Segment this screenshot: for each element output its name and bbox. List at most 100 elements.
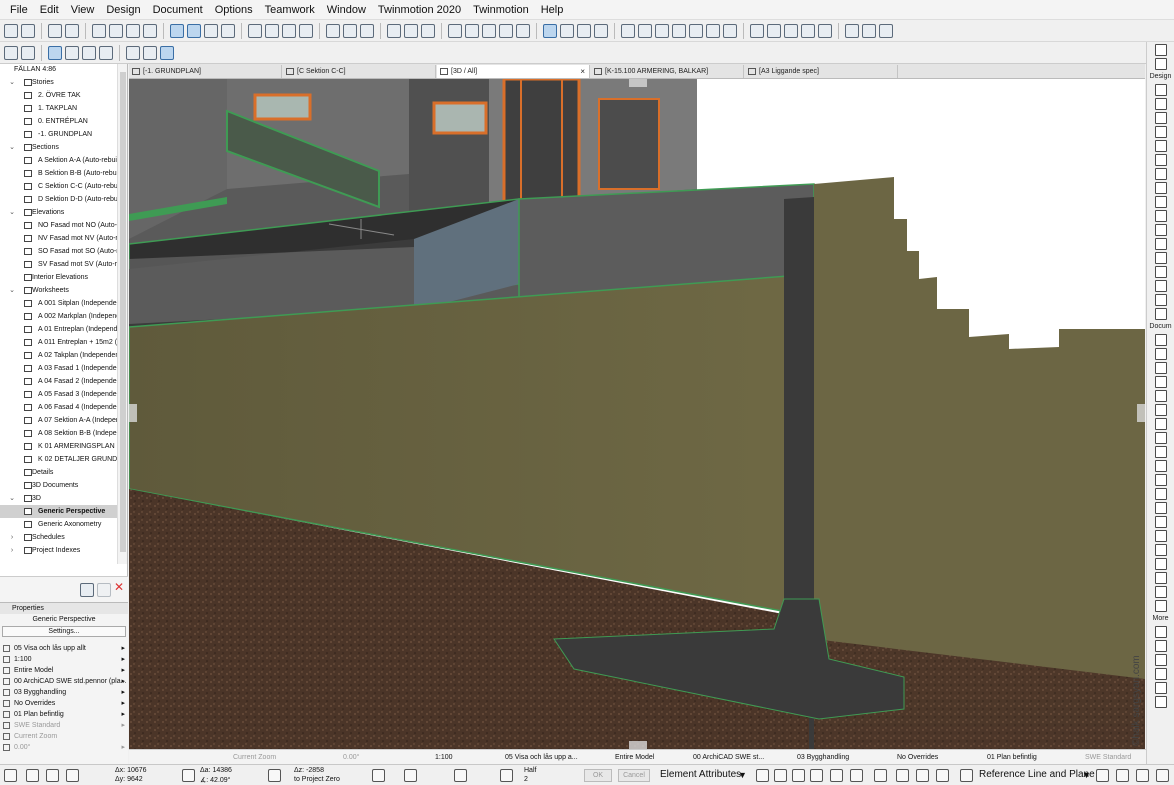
render-icon[interactable] (916, 769, 929, 782)
tree-item[interactable]: D Sektion D-D (Auto-rebuil (0, 193, 127, 206)
toolbox-design-tool-10-icon[interactable] (1155, 210, 1167, 222)
standard-tool-30-icon[interactable] (577, 23, 591, 38)
standard-tool-4-icon[interactable] (65, 23, 79, 38)
reference-line-icon[interactable] (960, 769, 973, 782)
navigator-scroll-thumb[interactable] (120, 72, 126, 552)
property-row[interactable]: 05 Visa och lås upp allt ▸ (0, 643, 128, 654)
menu-help[interactable]: Help (535, 0, 570, 20)
toolbox-more-tool-2-icon[interactable] (1155, 640, 1167, 652)
tree-item[interactable]: › Project Indexes (0, 544, 127, 557)
tree-item[interactable]: B Sektion B-B (Auto-rebuil (0, 167, 127, 180)
toolbox-docum-tool-13-icon[interactable] (1155, 502, 1167, 514)
attribute-icon-4[interactable] (810, 769, 823, 782)
toolbox-design-tool-15-icon[interactable] (1155, 280, 1167, 292)
model-view-status[interactable]: 03 Bygghandling (797, 750, 849, 765)
tree-item[interactable]: -1. GRUNDPLAN (0, 128, 127, 141)
standard-tool-28-icon[interactable] (543, 23, 557, 38)
da-value[interactable]: Δa: 14386 (200, 767, 232, 774)
toolbox-docum-tool-18-icon[interactable] (1155, 572, 1167, 584)
tree-item[interactable]: 3D Documents (0, 479, 127, 492)
toolbox-design-tool-8-icon[interactable] (1155, 182, 1167, 194)
toolbox-docum-tool-6-icon[interactable] (1155, 404, 1167, 416)
clone-view-icon[interactable] (97, 583, 111, 597)
angle-status[interactable]: 0.00° (343, 750, 359, 765)
tab-1[interactable]: [-1. GRUNDPLAN] (129, 65, 282, 78)
standard-tool-45-icon[interactable] (862, 23, 876, 38)
tree-item[interactable]: A 08 Sektion B-B (Independ (0, 427, 127, 440)
guide-icon[interactable] (46, 769, 59, 782)
toolbox-design-tool-2-icon[interactable] (1155, 98, 1167, 110)
tree-item[interactable]: K 02 DETALJER GRUND (In (0, 453, 127, 466)
tree-item[interactable]: C Sektion C-C (Auto-rebuil (0, 180, 127, 193)
chevron-right-icon[interactable]: › (8, 531, 16, 544)
chevron-down-icon[interactable]: ⌄ (8, 141, 16, 154)
standard-tool-5-icon[interactable] (92, 23, 106, 38)
menu-document[interactable]: Document (147, 0, 209, 20)
dx-value[interactable]: Δx: 10676 (115, 767, 147, 774)
standard-tool-34-icon[interactable] (655, 23, 669, 38)
standard-tool-37-icon[interactable] (706, 23, 720, 38)
property-row[interactable]: Current Zoom (0, 731, 128, 742)
half-label[interactable]: Half (524, 767, 536, 774)
chevron-right-icon[interactable]: ▸ (121, 676, 125, 687)
tree-item[interactable]: 0. ENTRÉPLAN (0, 115, 127, 128)
chevron-right-icon[interactable]: ▸ (121, 698, 125, 709)
navigator-tool-7-icon[interactable] (126, 45, 140, 60)
snap-icon[interactable] (26, 769, 39, 782)
toolbox-docum-tool-17-icon[interactable] (1155, 558, 1167, 570)
chevron-down-icon[interactable]: ⌄ (8, 206, 16, 219)
navigator-tool-6-icon[interactable] (99, 45, 113, 60)
toolbox-docum-tool-20-icon[interactable] (1155, 600, 1167, 612)
standard-tool-8-icon[interactable] (143, 23, 157, 38)
toolbox-more-tool-6-icon[interactable] (1155, 696, 1167, 708)
toolbox-design-tool-9-icon[interactable] (1155, 196, 1167, 208)
reference-icon-2[interactable] (1116, 769, 1129, 782)
toolbox-docum-tool-16-icon[interactable] (1155, 544, 1167, 556)
chevron-right-icon[interactable]: ▸ (121, 665, 125, 676)
menu-view[interactable]: View (65, 0, 101, 20)
arrow-tool-icon[interactable] (1155, 44, 1167, 56)
navigator-tool-3-icon[interactable] (48, 45, 62, 60)
toolbox-docum-tool-10-icon[interactable] (1155, 460, 1167, 472)
toolbox-docum-tool-2-icon[interactable] (1155, 348, 1167, 360)
menu-file[interactable]: File (4, 0, 34, 20)
toolbox-design-tool-6-icon[interactable] (1155, 154, 1167, 166)
standard-tool-43-icon[interactable] (818, 23, 832, 38)
half-value[interactable]: 2 (524, 776, 528, 783)
standard-tool-27-icon[interactable] (516, 23, 530, 38)
tree-item[interactable]: A 011 Entreplan + 15m2 (I (0, 336, 127, 349)
settings-button[interactable]: Settings... (2, 626, 126, 637)
tree-item[interactable]: 1. TAKPLAN (0, 102, 127, 115)
tree-item[interactable]: Interior Elevations (0, 271, 127, 284)
layer-status[interactable]: 05 Visa och lås upp a... (505, 750, 578, 765)
toolbox-design-tool-12-icon[interactable] (1155, 238, 1167, 250)
toolbox-more-tool-1-icon[interactable] (1155, 626, 1167, 638)
tab-5[interactable]: [A3 Liggande spec] (745, 65, 898, 78)
tree-item[interactable]: K 01 ARMERINGSPLAN (Inc (0, 440, 127, 453)
z-icon[interactable] (268, 769, 281, 782)
property-row[interactable]: Entire Model ▸ (0, 665, 128, 676)
renovation-status[interactable]: 01 Plan befintlig (987, 750, 1037, 765)
standard-tool-46-icon[interactable] (879, 23, 893, 38)
attribute-icon-6[interactable] (850, 769, 863, 782)
standard-tool-20-icon[interactable] (387, 23, 401, 38)
toolbox-docum-tool-4-icon[interactable] (1155, 376, 1167, 388)
tree-item[interactable]: NO Fasad mot NO (Auto-re (0, 219, 127, 232)
snap-guides-icon[interactable] (500, 769, 513, 782)
toolbox-docum-tool-12-icon[interactable] (1155, 488, 1167, 500)
property-row[interactable]: 00 ArchiCAD SWE std.pennor (pla... ▸ (0, 676, 128, 687)
toolbox-design-tool-7-icon[interactable] (1155, 168, 1167, 180)
tab-3[interactable]: [3D / All] × (437, 65, 590, 78)
standard-tool-32-icon[interactable] (621, 23, 635, 38)
standard-tool-19-icon[interactable] (360, 23, 374, 38)
tree-item[interactable]: A 05 Fasad 3 (Independen (0, 388, 127, 401)
standard-tool-40-icon[interactable] (767, 23, 781, 38)
tree-item[interactable]: ⌄ 3D (0, 492, 127, 505)
standard-tool-36-icon[interactable] (689, 23, 703, 38)
tab-2[interactable]: [C Sektion C-C] (283, 65, 436, 78)
toolbox-docum-tool-8-icon[interactable] (1155, 432, 1167, 444)
standard-tool-39-icon[interactable] (750, 23, 764, 38)
to-project-zero[interactable]: to Project Zero (294, 776, 340, 783)
menu-edit[interactable]: Edit (34, 0, 65, 20)
standard-tool-2-icon[interactable] (21, 23, 35, 38)
